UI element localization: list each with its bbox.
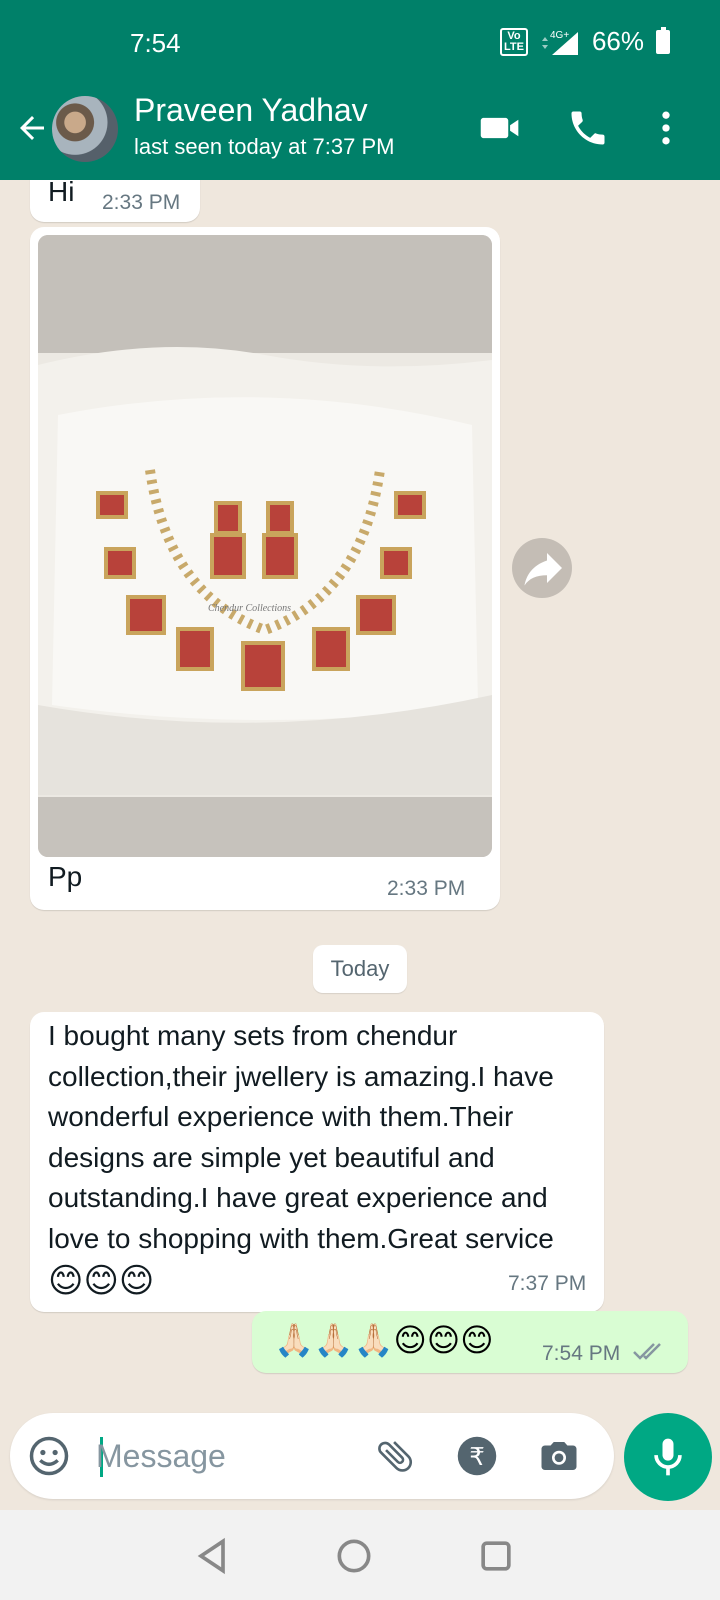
status-time: 7:54: [130, 28, 181, 58]
contact-last-seen: last seen today at 7:37 PM: [134, 134, 395, 159]
back-arrow-icon[interactable]: [14, 110, 50, 146]
nav-back-icon[interactable]: [190, 1534, 234, 1578]
nav-recents-icon[interactable]: [474, 1534, 518, 1578]
svg-text:₹: ₹: [469, 1442, 485, 1471]
svg-text:Chendur Collections: Chendur Collections: [208, 603, 291, 614]
camera-icon[interactable]: [538, 1435, 580, 1477]
message-line: wonderful experience with them.Their: [48, 1101, 514, 1132]
signal-icon: 4G+: [541, 30, 578, 55]
incoming-review-message[interactable]: I bought many sets from chendur collecti…: [30, 1012, 604, 1312]
system-nav-bar: [0, 1510, 720, 1600]
message-line: love to shopping with them.Great service: [48, 1222, 554, 1254]
message-line: I bought many sets from chendur: [48, 1020, 458, 1051]
status-indicators: Vo LTE 4G+ 66%: [499, 26, 670, 57]
attach-icon[interactable]: [374, 1435, 416, 1477]
volte-icon: Vo LTE: [499, 27, 528, 56]
battery-icon: [656, 26, 670, 54]
forward-icon: [524, 553, 562, 586]
emoji-icon[interactable]: [28, 1435, 70, 1477]
message-time: 2:33 PM: [102, 191, 181, 214]
contact-name[interactable]: Praveen Yadhav: [134, 92, 368, 129]
image-caption: Pp: [48, 861, 83, 892]
message-line: designs are simple yet beautiful and: [48, 1141, 495, 1173]
voice-call-icon[interactable]: [566, 106, 610, 150]
message-line: outstanding.I have great experience and: [48, 1182, 548, 1213]
forward-button[interactable]: [512, 538, 572, 598]
message-time: 2:33 PM: [387, 877, 466, 900]
more-options-icon[interactable]: [644, 106, 688, 150]
date-divider: Today: [313, 945, 407, 993]
battery-percent: 66%: [591, 26, 644, 56]
app-header: 7:54 Vo LTE 4G+ 66% Praveen Yadhav last s…: [0, 0, 720, 180]
contact-avatar[interactable]: [52, 96, 118, 162]
video-call-icon[interactable]: [478, 106, 522, 150]
incoming-message-hi[interactable]: Hi 2:33 PM: [30, 180, 200, 222]
message-time: 7:54 PM: [542, 1342, 621, 1365]
microphone-icon: [654, 1438, 682, 1476]
chat-appbar: Praveen Yadhav last seen today at 7:37 P…: [0, 88, 720, 168]
message-input[interactable]: [96, 1431, 366, 1481]
voice-record-button[interactable]: [624, 1413, 712, 1501]
read-receipt-icon: [633, 1343, 661, 1360]
payment-rupee-icon[interactable]: ₹: [456, 1435, 498, 1477]
svg-text:4G+: 4G+: [550, 30, 569, 41]
reply-emojis: 🙏🏻🙏🏻🙏🏻😊😊😊: [274, 1322, 494, 1358]
necklace-image: Chendur Collections: [38, 235, 492, 857]
incoming-image-message[interactable]: Chendur Collections Pp 2:33 PM: [30, 227, 500, 910]
message-line: collection,their jwellery is amazing.I h…: [48, 1060, 554, 1092]
message-text: Hi: [48, 180, 75, 207]
jewellery-photo[interactable]: Chendur Collections: [38, 235, 492, 857]
message-time: 7:37 PM: [508, 1272, 587, 1295]
outgoing-message[interactable]: 🙏🏻🙏🏻🙏🏻😊😊😊 7:54 PM: [252, 1311, 688, 1373]
message-composer: ₹: [10, 1413, 614, 1499]
status-bar: 7:54 Vo LTE 4G+ 66%: [0, 0, 720, 80]
message-text: I bought many sets from chendur collecti…: [48, 1016, 600, 1303]
nav-home-icon[interactable]: [332, 1534, 376, 1578]
chat-area[interactable]: Hi 2:33 PM Chendur Collections Pp 2:33 P…: [0, 180, 720, 1490]
